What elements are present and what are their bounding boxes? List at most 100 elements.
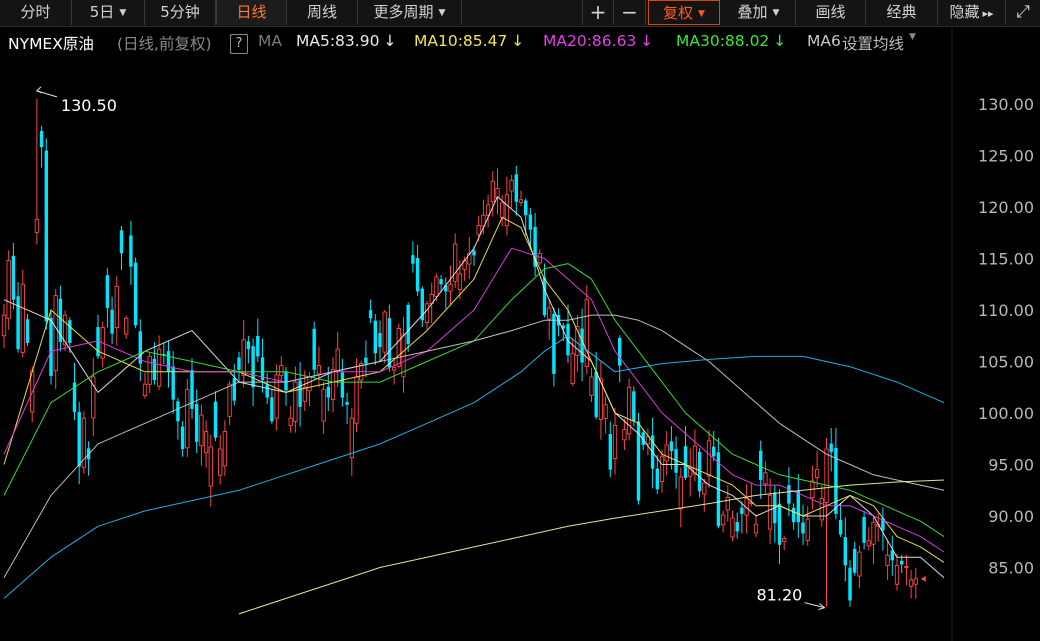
high-price-label: 130.50: [61, 96, 117, 115]
candle: [176, 397, 180, 440]
candle: [222, 420, 228, 477]
candle: [274, 364, 279, 431]
candle: [368, 299, 373, 324]
candle: [735, 512, 739, 539]
candle: [801, 504, 805, 545]
candle: [706, 430, 712, 488]
candle: [782, 536, 787, 551]
candle: [284, 366, 288, 406]
candle: [580, 308, 584, 382]
y-tick-label: 130.00: [978, 95, 1034, 114]
candle: [246, 335, 251, 364]
candle: [485, 194, 491, 228]
y-tick-label: 120.00: [978, 198, 1034, 217]
candle: [674, 436, 678, 489]
candle: [664, 431, 669, 476]
candle: [862, 510, 866, 550]
candle: [659, 449, 665, 493]
candle: [796, 474, 800, 538]
candle: [53, 289, 58, 390]
candle: [509, 175, 514, 208]
candle: [814, 450, 820, 488]
candle: [612, 407, 618, 475]
candle: [636, 413, 641, 505]
candle: [420, 286, 424, 327]
candle: [260, 338, 265, 393]
candle: [129, 221, 133, 285]
candle: [237, 351, 241, 382]
y-tick-label: 100.00: [978, 404, 1034, 423]
candle: [467, 236, 472, 279]
candle: [871, 515, 876, 565]
candle: [406, 302, 410, 352]
candle: [11, 242, 16, 310]
candle: [199, 404, 204, 466]
candle: [288, 406, 293, 433]
candle: [444, 277, 448, 309]
candle: [147, 353, 152, 393]
candle: [885, 539, 890, 581]
candle: [608, 421, 612, 478]
candle: [669, 426, 674, 470]
candle: [312, 321, 316, 379]
candle: [387, 304, 392, 372]
candle: [725, 485, 730, 522]
candle: [185, 379, 190, 457]
candle: [759, 440, 763, 500]
candle: [316, 346, 322, 388]
last-price-marker: [920, 575, 926, 582]
candle: [453, 233, 458, 289]
candle: [848, 560, 852, 607]
candle: [119, 225, 124, 271]
candle: [1, 303, 7, 349]
candle: [819, 484, 824, 527]
y-tick-label: 95.00: [988, 456, 1034, 475]
y-tick-label: 110.00: [978, 301, 1034, 320]
y-tick-label: 85.00: [988, 559, 1034, 578]
candle: [853, 541, 857, 576]
candle: [391, 357, 397, 385]
candle: [777, 489, 782, 565]
candle: [16, 281, 20, 353]
candle: [740, 501, 744, 534]
candle: [203, 420, 209, 468]
candle: [25, 313, 30, 346]
candle: [524, 198, 528, 236]
y-tick-label: 90.00: [988, 507, 1034, 526]
candle: [594, 352, 598, 420]
candle: [91, 357, 96, 437]
candle: [396, 323, 401, 369]
candle: [857, 545, 862, 589]
candlestick-chart[interactable]: 130.00 125.00 120.00 115.00 110.00 105.00 100.…: [0, 0, 1040, 641]
candle: [81, 411, 87, 474]
candle: [321, 382, 326, 434]
candle: [171, 351, 175, 414]
candle: [166, 340, 171, 388]
candle: [227, 381, 232, 426]
candle: [448, 265, 453, 306]
candle: [373, 314, 377, 365]
candle: [697, 448, 702, 498]
candle: [411, 241, 415, 273]
candle: [345, 392, 349, 424]
candle: [626, 378, 632, 441]
candle: [401, 316, 406, 393]
candle: [34, 98, 40, 245]
candle: [518, 190, 524, 207]
candle: [589, 367, 594, 403]
candle: [424, 300, 430, 330]
candle: [688, 448, 693, 497]
candle: [142, 372, 148, 399]
candle: [110, 296, 114, 344]
candle: [293, 366, 298, 433]
candle: [378, 320, 382, 362]
candle: [190, 358, 194, 419]
candle: [890, 535, 894, 576]
candle: [481, 199, 486, 235]
candle: [156, 335, 162, 390]
candle: [730, 510, 735, 542]
candle: [829, 427, 833, 472]
candle: [678, 467, 683, 528]
candle: [6, 250, 11, 330]
candle: [62, 310, 68, 352]
